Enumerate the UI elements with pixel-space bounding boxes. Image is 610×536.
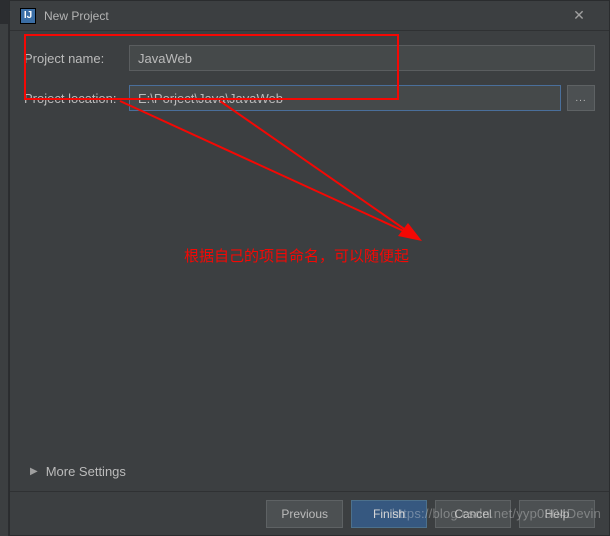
previous-button[interactable]: Previous (266, 500, 343, 528)
project-name-row: Project name: (24, 45, 595, 71)
intellij-icon: IJ (20, 8, 36, 24)
titlebar: IJ New Project ✕ (10, 1, 609, 31)
help-button[interactable]: Help (519, 500, 595, 528)
project-location-row: Project location: ... (24, 85, 595, 111)
project-location-label: Project location: (24, 91, 129, 106)
annotation-text: 根据自己的项目命名，可以随便起 (184, 245, 409, 266)
finish-button[interactable]: Finish (351, 500, 427, 528)
cancel-button[interactable]: Cancel (435, 500, 511, 528)
dialog-title: New Project (44, 9, 109, 23)
dialog-footer: Previous Finish Cancel Help (10, 491, 609, 535)
project-name-input[interactable] (129, 45, 595, 71)
browse-button[interactable]: ... (567, 85, 595, 111)
new-project-dialog: IJ New Project ✕ Project name: Project l… (9, 0, 610, 536)
chevron-right-icon: ▶ (30, 466, 38, 477)
more-settings-toggle[interactable]: ▶ More Settings (30, 464, 126, 479)
project-name-label: Project name: (24, 51, 129, 66)
form-area: Project name: Project location: ... (10, 31, 609, 111)
close-button[interactable]: ✕ (559, 2, 599, 30)
more-settings-label: More Settings (46, 464, 126, 479)
project-location-input[interactable] (129, 85, 561, 111)
editor-gutter (0, 24, 8, 536)
